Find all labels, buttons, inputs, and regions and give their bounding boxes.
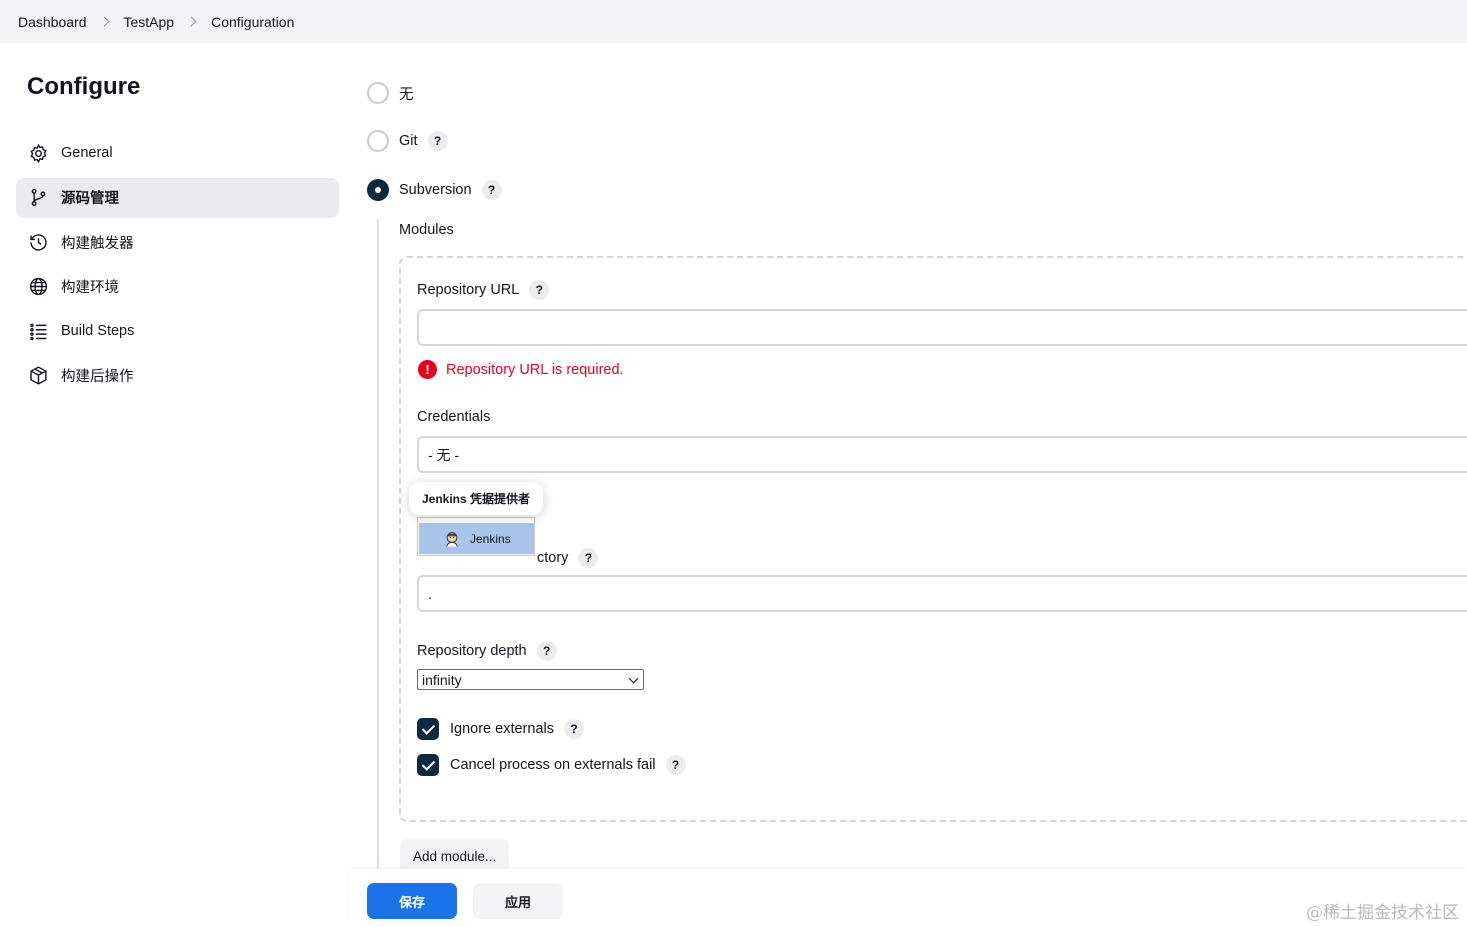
sidebar-item-label: 源码管理	[61, 191, 119, 207]
radio-label: Git	[399, 133, 418, 149]
sidebar-item-label: 构建触发器	[61, 235, 134, 252]
sidebar-nav: General 源码管理 构建触发器 构建环境 Build Steps 构建后操…	[16, 133, 339, 400]
modules-label: Modules	[399, 222, 454, 238]
sidebar-item-label: Build Steps	[61, 323, 135, 339]
save-button[interactable]: 保存	[367, 883, 457, 919]
repository-depth-value: infinity	[422, 671, 462, 688]
help-icon[interactable]: ?	[578, 548, 599, 568]
radio-label: Subversion	[399, 182, 472, 198]
scm-option-subversion[interactable]: Subversion ?	[367, 179, 502, 201]
globe-icon	[27, 276, 49, 298]
credentials-label: Credentials	[417, 409, 491, 425]
repository-depth-select[interactable]: infinity	[417, 669, 644, 690]
credentials-label-row: Credentials	[417, 409, 490, 425]
radio-label: 无	[399, 86, 414, 103]
package-icon	[27, 365, 49, 387]
credentials-select[interactable]: - 无 -	[417, 436, 1467, 473]
dropdown-item-label: Jenkins	[470, 531, 511, 546]
chevron-right-icon	[99, 16, 109, 27]
help-icon[interactable]: ?	[665, 755, 686, 775]
chevron-down-icon	[628, 673, 639, 684]
breadcrumb-testapp[interactable]: TestApp	[124, 14, 175, 30]
watermark: @稀土掘金技术社区	[1306, 903, 1459, 923]
repository-url-error: ! Repository URL is required.	[418, 360, 624, 379]
add-module-button[interactable]: Add module...	[400, 839, 510, 873]
error-message: Repository URL is required.	[446, 361, 624, 378]
breadcrumb-configuration[interactable]: Configuration	[211, 14, 294, 30]
sidebar-item-general[interactable]: General	[16, 133, 339, 173]
apply-button[interactable]: 应用	[473, 883, 563, 919]
list-icon	[27, 320, 49, 342]
sidebar-item-label: 构建环境	[61, 280, 119, 296]
local-module-directory-input[interactable]: .	[417, 575, 1467, 612]
sidebar-item-post-build[interactable]: 构建后操作	[16, 356, 339, 396]
sidebar-item-source-code[interactable]: 源码管理	[16, 177, 339, 218]
dropdown-item-jenkins[interactable]: Jenkins	[419, 523, 534, 554]
help-icon[interactable]: ?	[427, 131, 448, 151]
breadcrumb-dashboard[interactable]: Dashboard	[18, 14, 87, 30]
radio-button[interactable]	[367, 82, 389, 104]
help-icon[interactable]: ?	[529, 280, 550, 300]
repository-url-input[interactable]	[417, 309, 1467, 346]
ignore-externals-row[interactable]: Ignore externals ?	[417, 718, 584, 740]
jenkins-icon	[446, 531, 458, 547]
sidebar-item-build-environment[interactable]: 构建环境	[16, 267, 339, 307]
cancel-process-checkbox[interactable]	[417, 754, 439, 776]
credentials-provider-tooltip: Jenkins 凭据提供者	[409, 482, 544, 515]
local-module-directory-label: ctory	[537, 550, 569, 566]
help-icon[interactable]: ?	[536, 641, 557, 661]
repository-url-label-row: Repository URL ?	[417, 280, 550, 300]
breadcrumb: Dashboard TestApp Configuration	[0, 0, 1467, 43]
checkbox-label: Cancel process on externals fail	[450, 757, 656, 773]
page-title: Configure	[27, 73, 141, 100]
repository-depth-label-row: Repository depth ?	[417, 641, 557, 661]
repository-url-label: Repository URL	[417, 282, 520, 298]
sidebar-item-build-steps[interactable]: Build Steps	[16, 311, 339, 351]
scm-option-git[interactable]: Git ?	[367, 130, 448, 152]
cancel-process-row[interactable]: Cancel process on externals fail ?	[417, 754, 686, 776]
sidebar-item-build-triggers[interactable]: 构建触发器	[16, 222, 339, 262]
radio-button[interactable]	[367, 179, 389, 201]
radio-button[interactable]	[367, 130, 389, 152]
chevron-right-icon	[186, 16, 197, 27]
scm-option-none[interactable]: 无	[367, 82, 414, 104]
sidebar-item-label: General	[61, 145, 113, 161]
help-icon[interactable]: ?	[563, 719, 584, 739]
error-icon: !	[418, 360, 437, 379]
help-icon[interactable]: ?	[481, 180, 502, 200]
checkbox-label: Ignore externals	[450, 721, 554, 737]
credentials-dropdown: Jenkins	[417, 517, 535, 556]
section-divider	[377, 219, 379, 871]
sidebar-item-label: 构建后操作	[61, 369, 134, 385]
branch-icon	[27, 187, 49, 209]
ignore-externals-checkbox[interactable]	[417, 718, 439, 740]
gear-icon	[27, 142, 49, 164]
clock-icon	[27, 231, 49, 253]
repository-depth-label: Repository depth	[417, 643, 527, 659]
local-module-directory-label-row: ctory ?	[537, 548, 599, 568]
